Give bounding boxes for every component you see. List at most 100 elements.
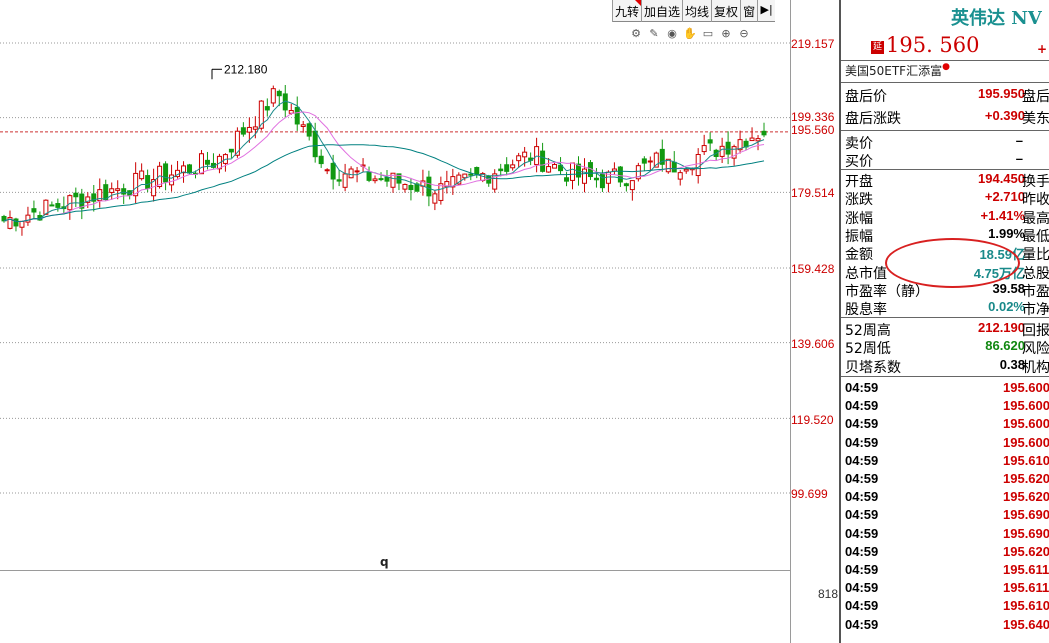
stat-row: 股息率 0.02% 市净 [845,299,1049,318]
candle-body [246,126,252,133]
quote-panel: 英伟达 NV 延 195. 560 + 美国50ETF汇添富● 盘后价 195.… [839,0,1049,643]
zoom-out-icon[interactable]: ⊖ [737,26,751,40]
kline-chart[interactable]: 212.180 九转 加自选 均线 复权 窗 ▶| ⚙ ✎ ◉ ✋ ▭ ⊕ ⊖ … [0,0,790,643]
candle-body [474,167,480,175]
tick-row: 04:59 195.610 [845,453,1049,471]
tick-row: 04:59 195.690 [845,507,1049,525]
tick-price: 195.600 [1003,398,1049,414]
row-value: 39.58 [992,280,1025,296]
tick-row: 04:59 195.611 [845,580,1049,598]
last-price: 195. 560 [886,33,980,57]
tick-price: 195.620 [1003,543,1049,559]
price-axis: 219.157 199.336 195.560 179.514 159.428 … [790,0,838,643]
settings-icon[interactable]: ⚙ [629,26,643,40]
toolbar-add-watchlist-button[interactable]: 加自选 [641,0,682,22]
related-etf-link[interactable]: 美国50ETF汇添富● [845,62,950,79]
etf-label: 美国50ETF汇添富 [845,64,943,78]
candle-body [139,170,145,180]
row-label: 涨跌 [845,192,873,209]
toolbar-adjust-button[interactable]: 复权 [711,0,740,22]
candle-body [187,164,193,174]
tick-price: 195.640 [1003,616,1049,632]
chart-toolbar: 九转 加自选 均线 复权 窗 ▶| [612,0,776,22]
chart-marker: q [380,555,389,569]
row-label: 贝塔系数 [845,359,901,376]
tick-price: 195.600 [1003,380,1049,395]
candle-body [354,170,360,173]
axis-label: 219.157 [791,37,835,51]
candle-body [115,188,121,191]
stat-row: 金额 18.59亿 量比 [845,244,1049,263]
row-label-right: 回报 [1022,323,1049,339]
row-label-right: 总股 [1022,265,1049,282]
tick-price: 195.611 [1003,580,1049,596]
row-label: 涨幅 [845,210,873,227]
eye-icon[interactable]: ◉ [665,26,679,40]
candle-body [43,199,49,215]
tick-price: 195.690 [1003,525,1049,541]
candle-body [629,180,635,191]
row-value: 4.75万亿 [973,265,1025,281]
candle-body [336,179,342,182]
screen-icon[interactable]: ▭ [701,26,715,40]
candle-body [103,184,109,201]
week52-row: 52周高 212.190 回报 [845,320,1049,339]
collapse-right-icon[interactable]: ▶| [757,0,775,22]
tick-row: 04:59 195.610 [845,598,1049,616]
tick-time: 04:59 [845,489,879,505]
tick-row: 04:59 195.620 [845,544,1049,562]
toolbar-ma-button[interactable]: 均线 [682,0,711,22]
stat-row: 开盘 194.450 换手 [845,171,1049,190]
candle-body [432,193,438,204]
tick-price: 195.690 [1003,507,1049,523]
tick-time: 04:59 [845,543,879,559]
pen-icon[interactable]: ✎ [647,26,661,40]
row-label-right: 换手 [1022,174,1049,190]
row-label: 卖价 [845,136,873,152]
candle-body [121,188,127,195]
row-label-right: 盘后 [1022,89,1049,105]
tick-price: 195.611 [1003,562,1049,577]
tick-time: 04:59 [845,525,879,541]
candle-body [671,161,677,173]
candle-body [55,203,61,208]
tick-row: 04:59 195.600 [845,398,1049,416]
row-value: +2.710 [984,189,1025,205]
candle-body [384,176,390,182]
after-hours-price-row: 盘后价 195.950 盘后 [845,86,1049,105]
price-change-sign: + [1036,42,1047,56]
candle-body [294,106,300,125]
tick-row: 04:59 195.620 [845,471,1049,489]
candle-body [540,150,546,172]
week52-row: 52周低 86.620 风险 [845,338,1049,358]
axis-label: 179.514 [791,186,835,200]
candle-body [402,183,408,190]
zoom-in-icon[interactable]: ⊕ [719,26,733,40]
hand-icon[interactable]: ✋ [683,26,697,40]
candle-body [372,178,378,182]
row-label: 振幅 [845,228,873,245]
candle-body [570,162,576,181]
candle-body [378,178,384,181]
toolbar-jiuzhuan-button[interactable]: 九转 [612,0,642,22]
toolbar-window-button[interactable]: 窗 [740,0,757,22]
stat-row: 总市值 4.75万亿 总股 [845,263,1049,282]
row-value: 212.190 [978,320,1025,335]
candle-body [31,208,37,213]
candle-body [468,173,474,176]
tick-row: 04:59 195.600 [845,416,1049,434]
chart-canvas[interactable]: 212.180 [0,0,790,643]
tick-time: 04:59 [845,616,879,632]
stock-title: 英伟达 NV [951,8,1042,29]
volume-divider [0,570,790,571]
candle-body [504,164,510,172]
tick-time: 04:59 [845,452,879,468]
week52-row: 贝塔系数 0.38 机构 [845,357,1049,376]
stat-row: 涨幅 +1.41% 最高 [845,208,1049,227]
candle-body [749,137,755,142]
row-label: 52周低 [845,341,891,358]
axis-label: 139.606 [791,337,835,351]
candle-body [707,139,713,144]
stat-row: 涨跌 +2.710 昨收 [845,189,1049,209]
row-value: – [1015,151,1023,166]
